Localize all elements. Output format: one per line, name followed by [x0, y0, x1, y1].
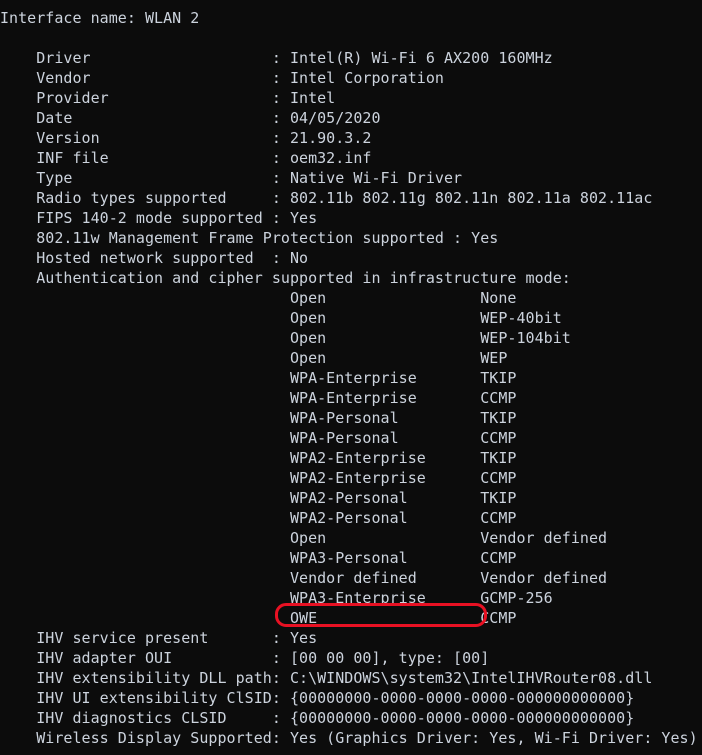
netsh-wlan-show-drivers-output: Interface name: WLAN 2 Driver : Intel(R)… — [0, 9, 698, 747]
console-window: Interface name: WLAN 2 Driver : Intel(R)… — [0, 0, 702, 755]
